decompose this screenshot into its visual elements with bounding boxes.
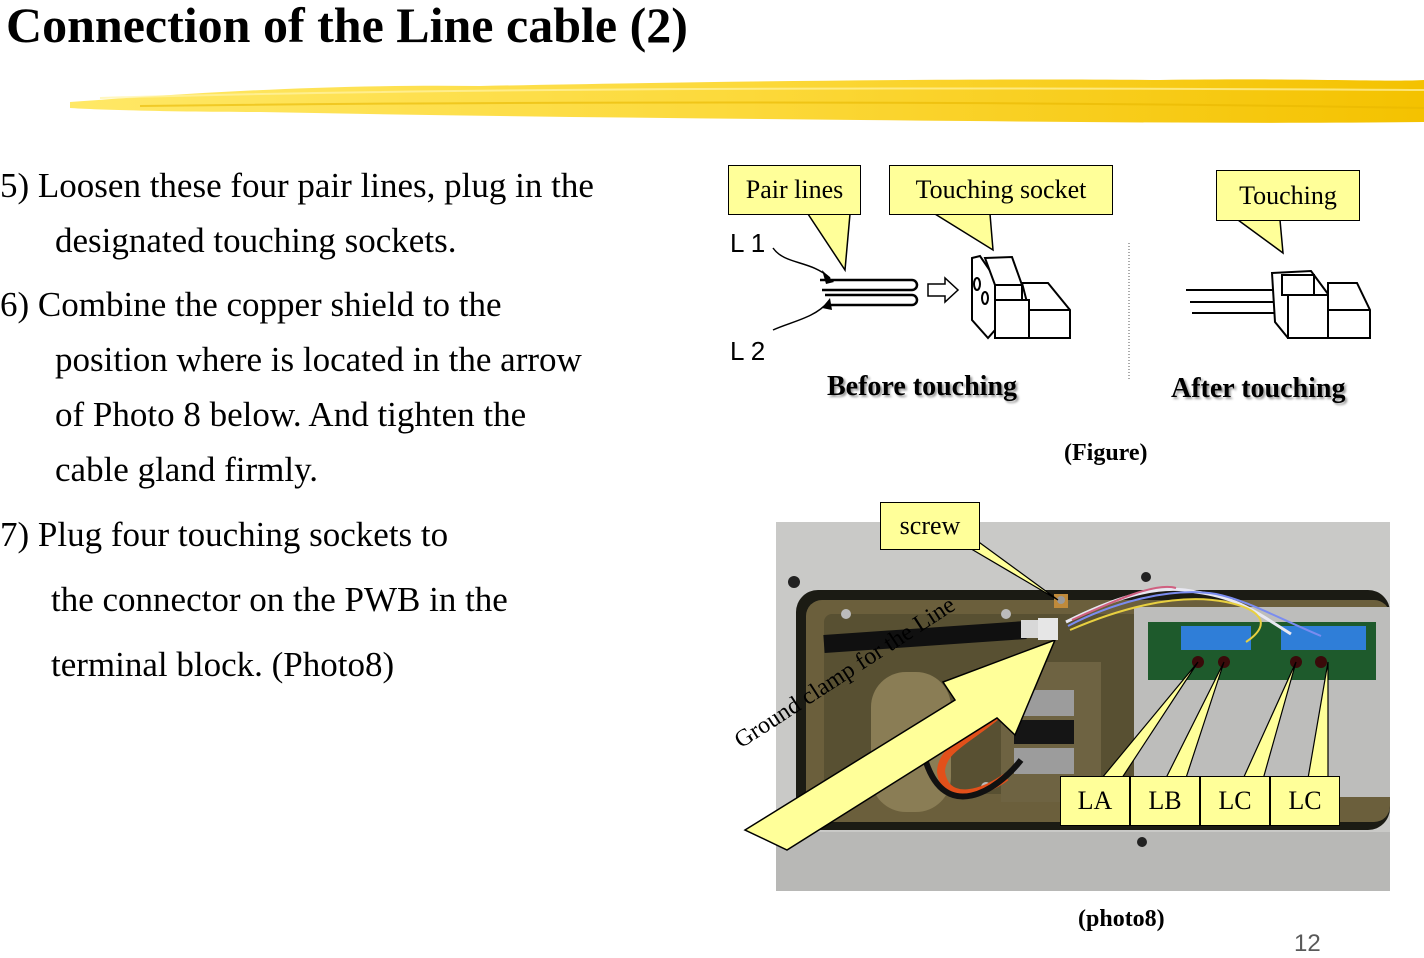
callout-connector-la: LA [1060, 776, 1130, 826]
touching-socket-pointer [932, 213, 994, 252]
callout-touching: Touching [1216, 170, 1360, 221]
pair-lines-pointer [806, 213, 851, 273]
wire-label-l1: L 1 [730, 228, 766, 258]
step5-line1: 5) Loosen these four pair lines, plug in… [0, 166, 594, 205]
page-number: 12 [1294, 930, 1321, 957]
l2-arrow [772, 301, 829, 331]
callout-pair-lines: Pair lines [728, 165, 861, 215]
callout-connector-lc-1: LC [1200, 776, 1270, 826]
step7-line3: terminal block. (Photo8) [51, 645, 395, 684]
step7-line1: 7) Plug four touching sockets to [0, 515, 449, 554]
callout-screw: screw [880, 502, 980, 550]
slide-title: Connection of the Line cable (2) [6, 0, 688, 53]
pair-lines-drawing [820, 278, 919, 307]
step6-line1: 6) Combine the copper shield to the [0, 285, 502, 324]
before-touching-caption: Before touching [827, 371, 1018, 402]
ground-clamp [1038, 618, 1058, 640]
step6-line2: position where is located in the arrow [55, 340, 582, 379]
touching-pointer [1235, 219, 1284, 255]
callout-connector-lb: LB [1130, 776, 1200, 826]
socket-before-drawing [971, 254, 1071, 340]
socket-after-drawing [1186, 269, 1371, 339]
callout-connector-lc-2: LC [1270, 776, 1340, 826]
photo-caption: (photo8) [1078, 906, 1165, 932]
callout-touching-socket: Touching socket [889, 165, 1113, 215]
title-underline-brush [70, 79, 1424, 123]
after-touching-caption: After touching [1171, 373, 1346, 404]
figure-caption: (Figure) [1064, 440, 1148, 466]
ground-clamp-arrow [743, 640, 1056, 851]
insert-arrow-icon [927, 276, 960, 304]
step7-line2: the connector on the PWB in the [51, 580, 508, 619]
step5-line2: designated touching sockets. [55, 221, 457, 260]
step6-line3: of Photo 8 below. And tighten the [55, 395, 527, 434]
wire-label-l2: L 2 [730, 336, 766, 366]
l1-arrow [772, 247, 831, 279]
step6-line4: cable gland firmly. [55, 450, 319, 489]
